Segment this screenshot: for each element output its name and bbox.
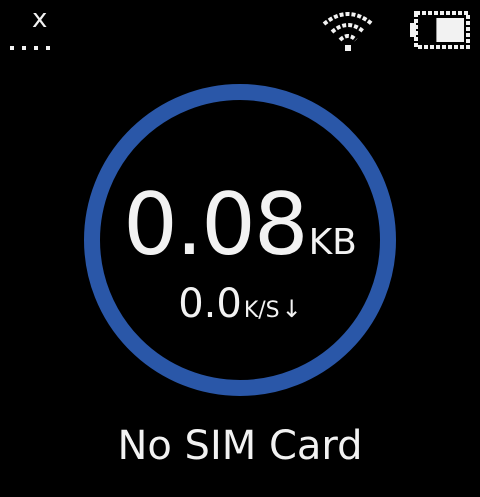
data-usage-value: 0.08 bbox=[123, 175, 308, 275]
battery-fill bbox=[436, 18, 464, 42]
signal-cross-mark: x bbox=[32, 4, 48, 34]
speed-value: 0.0 bbox=[178, 281, 242, 327]
data-usage-unit: KB bbox=[308, 222, 357, 263]
download-arrow-icon: ↓ bbox=[281, 295, 302, 323]
wifi-icon bbox=[322, 12, 374, 51]
main-panel: 0.08KB 0.0K/S↓ No SIM Card bbox=[0, 60, 480, 497]
sim-status-label: No SIM Card bbox=[117, 423, 363, 469]
data-usage: 0.08KB bbox=[0, 180, 480, 270]
signal-bars-empty bbox=[10, 46, 50, 50]
transfer-speed: 0.0K/S↓ bbox=[0, 282, 480, 326]
status-bar: x bbox=[0, 0, 480, 60]
battery-icon bbox=[410, 11, 470, 49]
speed-unit: K/S bbox=[243, 298, 280, 323]
no-signal-icon: x bbox=[10, 6, 50, 52]
